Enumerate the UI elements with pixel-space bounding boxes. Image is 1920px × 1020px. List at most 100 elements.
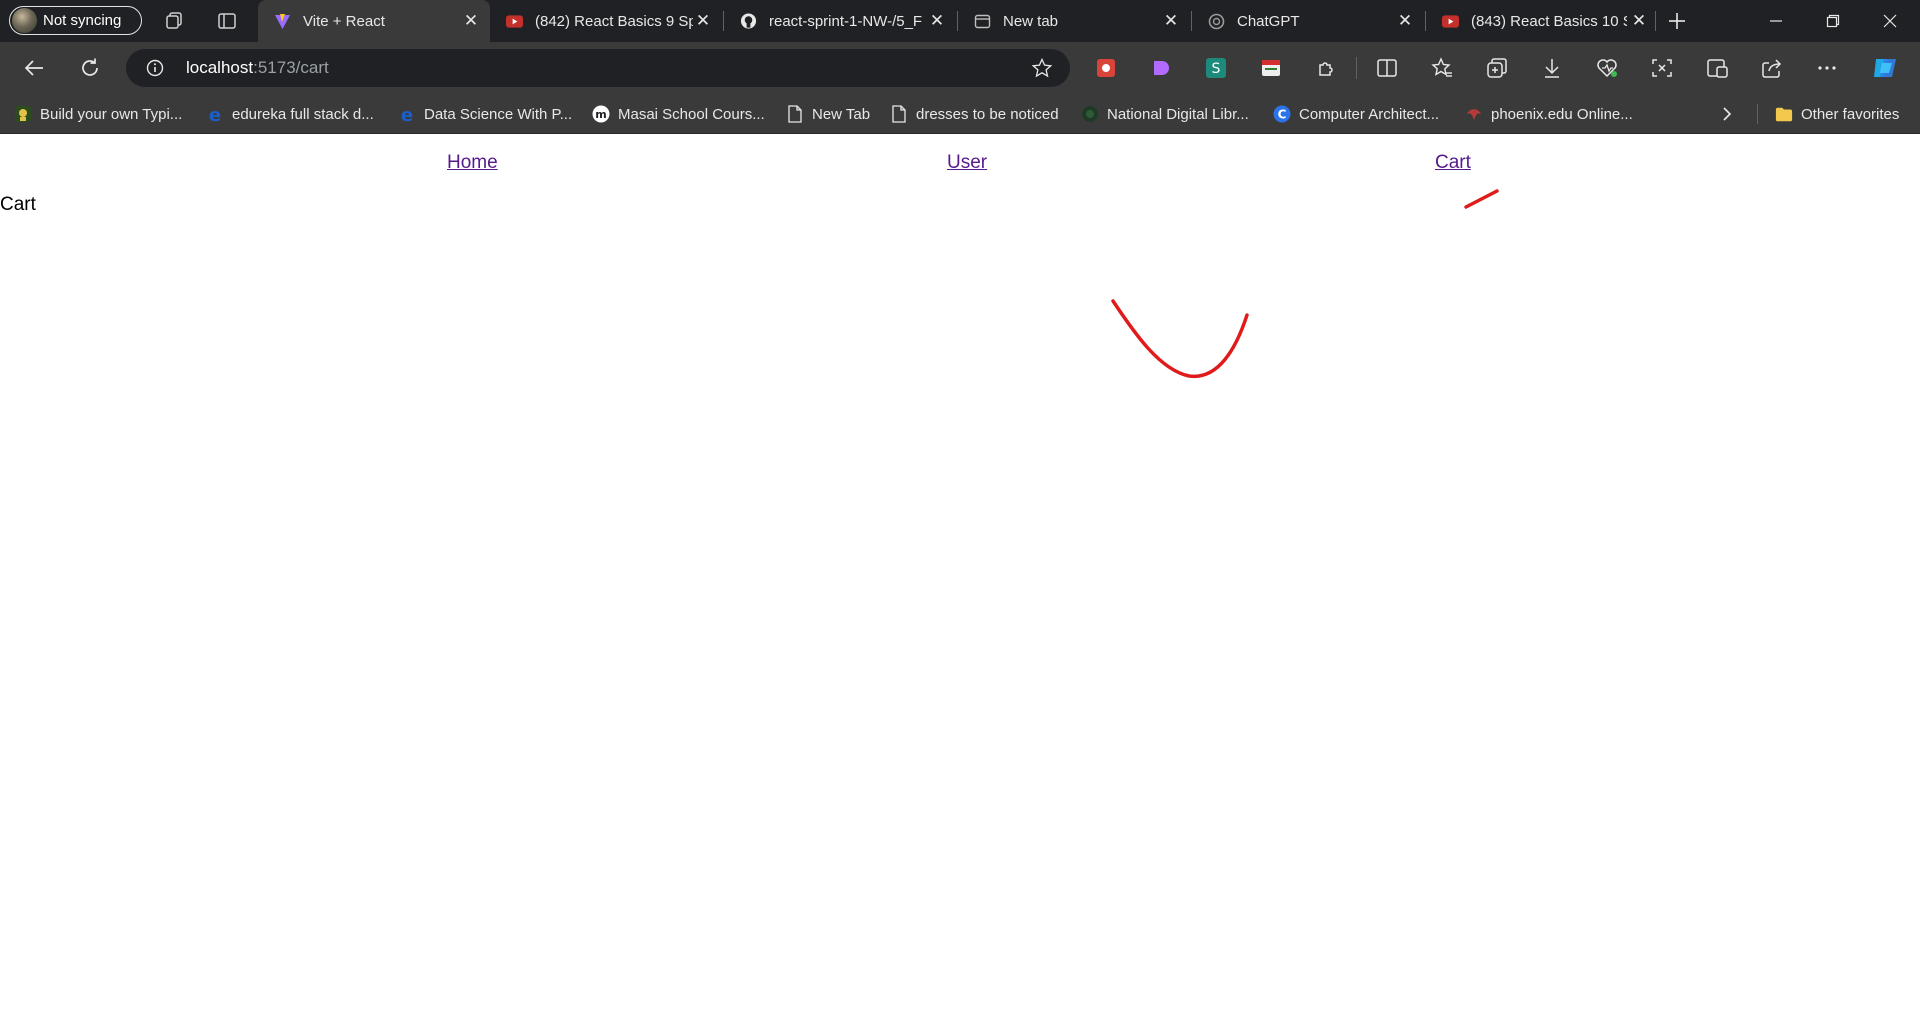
- profile-sync-label: Not syncing: [43, 12, 122, 29]
- coursera-icon: C: [1273, 105, 1291, 123]
- close-icon[interactable]: ✕: [928, 12, 946, 30]
- address-path: :5173/cart: [253, 58, 329, 77]
- address-url[interactable]: localhost:5173/cart: [186, 58, 329, 78]
- edureka-icon: e: [206, 105, 224, 123]
- bookmark-label: dresses to be noticed: [916, 105, 1059, 123]
- page-icon: [786, 105, 804, 123]
- bookmark-label: National Digital Libr...: [1107, 105, 1249, 123]
- bookmark-label: phoenix.edu Online...: [1491, 105, 1633, 123]
- masai-icon: m: [592, 105, 610, 123]
- close-icon[interactable]: ✕: [694, 12, 712, 30]
- page-content: Home User Cart Cart: [0, 134, 1920, 1020]
- other-favorites-label: Other favorites: [1801, 105, 1900, 123]
- tab-youtube-842[interactable]: (842) React Basics 9 Spr ✕: [490, 0, 722, 42]
- toolbar: localhost:5173/cart S: [0, 42, 1920, 94]
- more-options-icon[interactable]: [1815, 56, 1839, 80]
- bookmark-item[interactable]: m Masai School Cours...: [592, 104, 765, 124]
- bookmark-item[interactable]: e Data Science With P...: [398, 104, 572, 124]
- toolbar-divider: [1356, 57, 1357, 79]
- ndl-icon: [1081, 105, 1099, 123]
- minimize-icon[interactable]: [1748, 0, 1804, 42]
- extension-red-icon[interactable]: [1094, 56, 1118, 80]
- tab-actions-icon[interactable]: [216, 10, 238, 32]
- extension-purple-icon[interactable]: [1149, 56, 1173, 80]
- github-icon: [740, 13, 757, 30]
- browser-essentials-icon[interactable]: [1595, 56, 1619, 80]
- share-icon[interactable]: [1760, 56, 1784, 80]
- tab-title: Vite + React: [303, 12, 385, 30]
- tab-title: ChatGPT: [1237, 12, 1300, 30]
- tab-title: react-sprint-1-NW-/5_F: [769, 12, 923, 30]
- close-icon[interactable]: ✕: [462, 12, 480, 30]
- bookmarks-overflow-chevron-icon[interactable]: [1720, 104, 1734, 124]
- back-arrow-icon[interactable]: [21, 55, 47, 81]
- bookmark-item[interactable]: e edureka full stack d...: [206, 104, 374, 124]
- svg-text:m: m: [595, 108, 606, 121]
- copilot-icon[interactable]: [1870, 53, 1900, 83]
- bookmark-label: edureka full stack d...: [232, 105, 374, 123]
- tab-github-repo[interactable]: react-sprint-1-NW-/5_F ✕: [724, 0, 956, 42]
- tab-title: (843) React Basics 10 Sp: [1471, 12, 1627, 30]
- bookmarks-bar: Build your own Typi... e edureka full st…: [0, 94, 1920, 134]
- extension-web-icon[interactable]: [1259, 56, 1283, 80]
- star-favorite-icon[interactable]: [1031, 57, 1053, 83]
- close-icon[interactable]: ✕: [1630, 12, 1648, 30]
- vite-icon: [274, 13, 291, 30]
- bookmark-item[interactable]: New Tab: [786, 104, 870, 124]
- workspaces-icon[interactable]: [163, 10, 185, 32]
- bookmark-label: Build your own Typi...: [40, 105, 183, 123]
- bookmarks-divider: [1757, 104, 1758, 124]
- pen-stroke-curve: [1111, 299, 1249, 378]
- youtube-icon: [506, 13, 523, 30]
- address-bar[interactable]: localhost:5173/cart: [126, 49, 1070, 87]
- site-info-icon[interactable]: [146, 59, 164, 82]
- restore-icon[interactable]: [1805, 0, 1861, 42]
- bookmark-item[interactable]: phoenix.edu Online...: [1465, 104, 1633, 124]
- close-icon[interactable]: ✕: [1162, 12, 1180, 30]
- new-tab-plus-icon[interactable]: [1666, 10, 1688, 32]
- build-icon: [14, 105, 32, 123]
- bookmark-label: Data Science With P...: [424, 105, 573, 123]
- favorites-icon[interactable]: [1430, 56, 1454, 80]
- collections-icon[interactable]: [1485, 56, 1509, 80]
- phoenix-icon: [1465, 105, 1483, 123]
- tab-chatgpt[interactable]: ChatGPT ✕: [1192, 0, 1424, 42]
- page-icon: [890, 105, 908, 123]
- bookmark-item[interactable]: National Digital Libr...: [1081, 104, 1249, 124]
- address-host: localhost: [186, 58, 254, 77]
- tab-youtube-843[interactable]: (843) React Basics 10 Sp ✕: [1426, 0, 1658, 42]
- bookmark-label: New Tab: [812, 105, 871, 123]
- pen-stroke-dash: [1464, 189, 1499, 209]
- tab-new-tab[interactable]: New tab ✕: [958, 0, 1190, 42]
- bookmark-item[interactable]: C Computer Architect...: [1273, 104, 1439, 124]
- title-bar: Not syncing Vite + React ✕ (842) React B…: [0, 0, 1920, 42]
- reading-view-icon[interactable]: [1705, 56, 1729, 80]
- svg-text:e: e: [209, 105, 221, 123]
- bookmark-label: Computer Architect...: [1299, 105, 1440, 123]
- chatgpt-icon: [1208, 13, 1225, 30]
- refresh-icon[interactable]: [77, 55, 103, 81]
- bookmark-label: Masai School Cours...: [618, 105, 765, 123]
- edureka-icon: e: [398, 105, 416, 123]
- tab-title: New tab: [1003, 12, 1059, 30]
- profile-avatar: [12, 8, 37, 33]
- screenshot-icon[interactable]: [1650, 56, 1674, 80]
- youtube-icon: [1442, 13, 1459, 30]
- folder-icon: [1775, 105, 1793, 123]
- tab-separator: [1655, 11, 1656, 31]
- bookmark-item[interactable]: Build your own Typi...: [14, 104, 182, 124]
- extensions-puzzle-icon[interactable]: [1314, 56, 1338, 80]
- download-icon[interactable]: [1540, 56, 1564, 80]
- other-favorites[interactable]: Other favorites: [1775, 104, 1899, 124]
- newtab-icon: [974, 13, 991, 30]
- tab-vite-react[interactable]: Vite + React ✕: [258, 0, 490, 42]
- profile-button[interactable]: Not syncing: [9, 6, 142, 35]
- pen-annotation-layer: [1111, 189, 1499, 378]
- close-window-icon[interactable]: [1862, 0, 1918, 42]
- svg-text:S: S: [1212, 61, 1221, 77]
- split-screen-icon[interactable]: [1375, 56, 1399, 80]
- bookmark-item[interactable]: dresses to be noticed: [890, 104, 1059, 124]
- svg-text:e: e: [401, 105, 413, 123]
- close-icon[interactable]: ✕: [1396, 12, 1414, 30]
- extension-s-icon[interactable]: S: [1204, 56, 1228, 80]
